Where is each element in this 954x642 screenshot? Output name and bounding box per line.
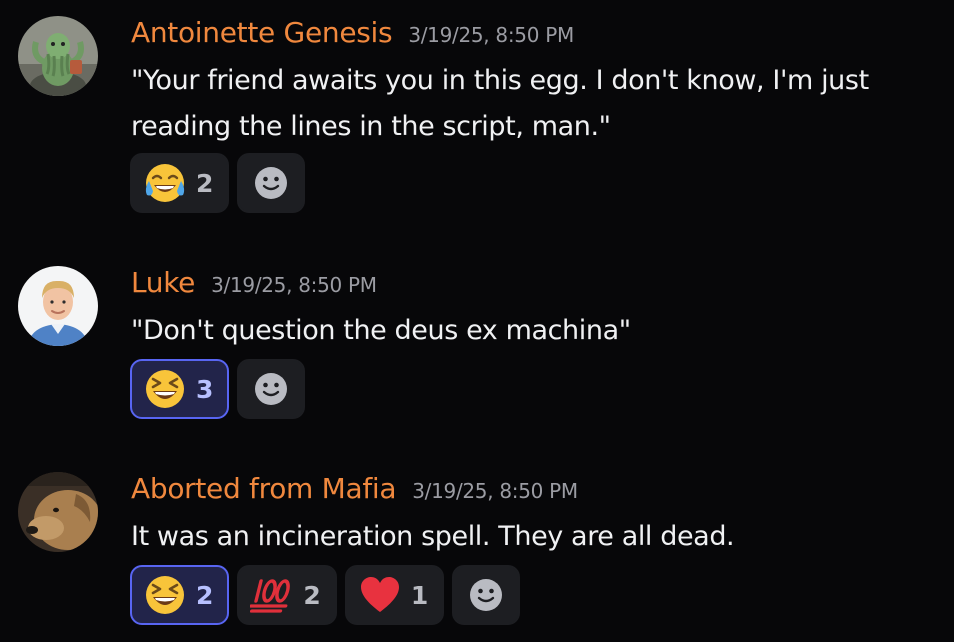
reaction-joy[interactable]: 2 [130, 153, 230, 213]
red-heart-emoji-icon [360, 577, 399, 612]
user-avatar[interactable] [18, 266, 98, 346]
user-avatar[interactable] [18, 472, 98, 552]
reactions-bar: 2 [130, 153, 306, 213]
message-line: "Don't question the deus ex machina" [131, 315, 631, 346]
cthulhu-avatar-icon [18, 16, 98, 96]
reaction-laughing[interactable]: 2 [130, 565, 230, 625]
message-content: It was an incineration spell. They are a… [131, 514, 931, 560]
reaction-count: 2 [196, 168, 214, 198]
message-line: "Your friend awaits you in this egg. I d… [131, 65, 869, 96]
dog-photo-avatar-icon [18, 472, 98, 552]
chat-messages: Antoinette Genesis 3/19/25, 8:50 PM "You… [0, 0, 954, 642]
reaction-hundred-points[interactable]: 2 [237, 565, 337, 625]
reaction-count: 3 [196, 374, 214, 404]
add-reaction-button[interactable] [237, 153, 306, 213]
hundred-points-emoji-icon [250, 579, 291, 613]
timestamp[interactable]: 3/19/25, 8:50 PM [211, 273, 377, 297]
timestamp[interactable]: 3/19/25, 8:50 PM [412, 479, 578, 503]
user-avatar[interactable] [18, 16, 98, 96]
message-content: "Don't question the deus ex machina" [131, 308, 931, 354]
message-header: Luke 3/19/25, 8:50 PM [131, 266, 377, 299]
laughing-emoji-icon [146, 370, 184, 408]
reaction-count: 1 [410, 580, 429, 610]
username[interactable]: Aborted from Mafia [131, 472, 397, 505]
reaction-count: 2 [303, 580, 321, 610]
person-photo-avatar-icon [18, 266, 98, 346]
add-emoji-icon [470, 579, 503, 611]
message-content: "Your friend awaits you in this egg. I d… [131, 58, 931, 150]
message-header: Aborted from Mafia 3/19/25, 8:50 PM [131, 472, 578, 505]
add-reaction-button[interactable] [452, 565, 521, 625]
add-emoji-icon [255, 373, 288, 405]
add-emoji-icon [255, 167, 288, 199]
message-line: reading the lines in the script, man." [131, 111, 611, 142]
reaction-red-heart[interactable]: 1 [344, 565, 445, 625]
timestamp[interactable]: 3/19/25, 8:50 PM [408, 23, 574, 47]
laughing-emoji-icon [146, 576, 184, 614]
reaction-count: 2 [196, 580, 214, 610]
username[interactable]: Luke [131, 266, 195, 299]
message-header: Antoinette Genesis 3/19/25, 8:50 PM [131, 16, 574, 49]
reactions-bar: 2 2 1 [130, 565, 521, 625]
joy-emoji-icon [145, 164, 185, 202]
message-line: It was an incineration spell. They are a… [131, 521, 735, 552]
username[interactable]: Antoinette Genesis [131, 16, 393, 49]
reaction-laughing[interactable]: 3 [130, 359, 230, 419]
add-reaction-button[interactable] [237, 359, 306, 419]
reactions-bar: 3 [130, 359, 306, 419]
